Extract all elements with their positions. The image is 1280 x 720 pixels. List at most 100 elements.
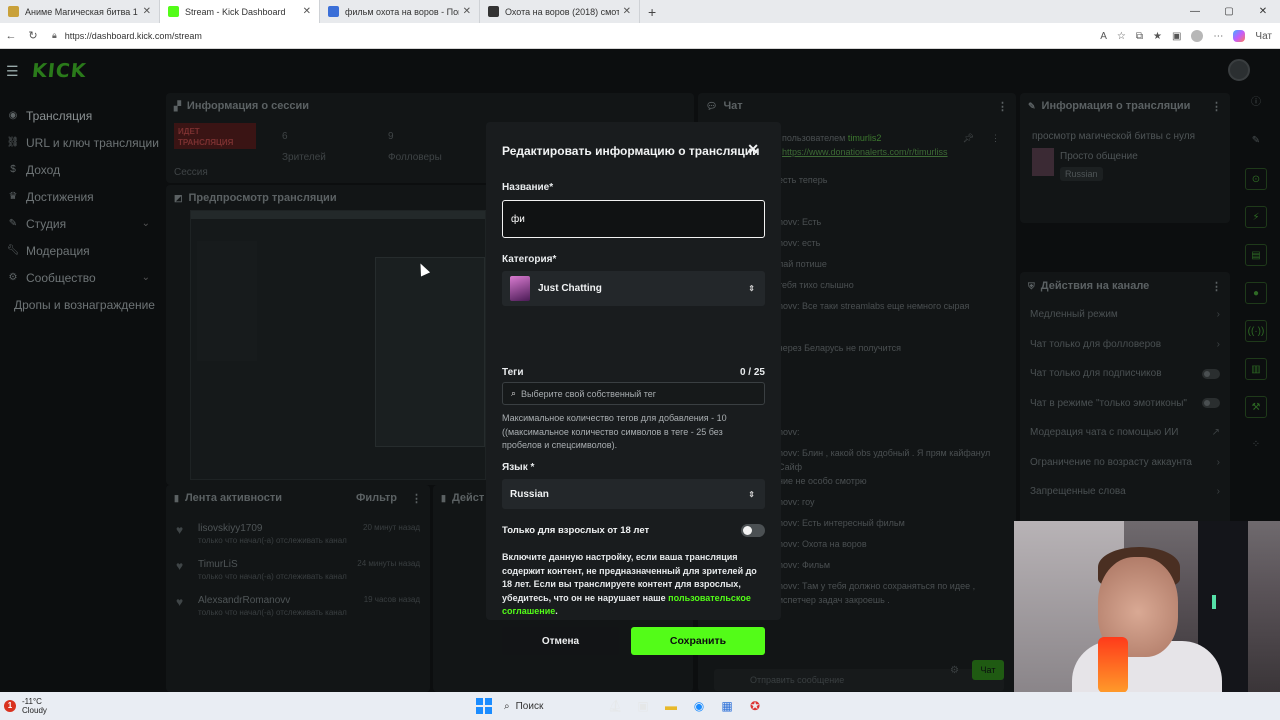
widgets-icon[interactable]: ⛵︎ xyxy=(604,696,626,716)
more-icon[interactable]: ⋯ xyxy=(1213,31,1223,42)
more-icon[interactable]: ⋮ xyxy=(991,133,1000,144)
subscribers-only-toggle[interactable] xyxy=(1202,368,1220,379)
app-icon[interactable]: ✪ xyxy=(744,696,766,716)
sidebar-item-community[interactable]: ⚙ Сообщество ⌄ xyxy=(0,264,160,291)
favorite-star-icon[interactable]: ☆ xyxy=(1117,31,1126,42)
cancel-button[interactable]: Отмена xyxy=(502,627,619,655)
action-slow-mode[interactable]: Медленный режим › xyxy=(1020,300,1230,330)
adult-only-toggle[interactable] xyxy=(741,524,765,537)
file-explorer-icon[interactable]: ▬ xyxy=(660,696,682,716)
pen-icon[interactable]: ✎ xyxy=(1245,130,1267,152)
read-aloud-icon[interactable]: A xyxy=(1100,31,1107,42)
alert-icon: 1 xyxy=(4,700,16,712)
browser-tab-3[interactable]: фильм охота на воров - Поиск ✕ xyxy=(320,0,480,23)
tab-close-icon[interactable]: ✕ xyxy=(623,6,631,17)
favorites-icon[interactable]: ★ xyxy=(1153,31,1162,42)
tags-count: 0 / 25 xyxy=(739,367,765,378)
activity-user[interactable]: AlexsandrRomanovv xyxy=(198,595,347,606)
sidebar-item-studio[interactable]: ✎ Студия ⌄ xyxy=(0,210,160,237)
pinned-user[interactable]: timurlis2 xyxy=(848,133,882,143)
back-icon[interactable]: ← xyxy=(0,30,22,42)
filter-button[interactable]: Фильтр xyxy=(356,492,397,504)
action-ai-moderation[interactable]: Модерация чата с помощью ИИ ↗ xyxy=(1020,418,1230,448)
settings-icon[interactable]: ⚙ xyxy=(950,665,959,676)
action-account-age[interactable]: Ограничение по возрасту аккаунта › xyxy=(1020,448,1230,478)
task-view-icon[interactable]: ▣ xyxy=(632,696,654,716)
stream-category: Просто общение xyxy=(1060,151,1138,162)
sidebar-item-income[interactable]: $ Доход xyxy=(0,156,160,183)
sidebar-item-broadcast[interactable]: ◉ Трансляция xyxy=(0,102,160,129)
copilot-label[interactable]: Чат xyxy=(1255,31,1272,42)
more-icon[interactable]: ⋮ xyxy=(1211,280,1222,293)
minimize-icon[interactable]: — xyxy=(1178,0,1212,23)
pinned-link[interactable]: https://www.donationalerts.com/r/timurli… xyxy=(782,147,948,157)
chat-icon: 💬︎ xyxy=(706,100,718,111)
url-field[interactable]: 🔒︎ https://dashboard.kick.com/stream xyxy=(52,30,202,41)
activity-time: 24 минуты назад xyxy=(357,559,420,568)
action-followers-only[interactable]: Чат только для фолловеров › xyxy=(1020,330,1230,360)
taskbar-search[interactable]: ⌕ Поиск xyxy=(498,696,598,716)
copilot-icon[interactable] xyxy=(1233,30,1246,42)
tags-input[interactable]: ⌕ Выберите свой собственный тег xyxy=(502,382,765,405)
chat-input[interactable]: Отправить сообщение xyxy=(714,669,1004,691)
more-icon[interactable]: ⋮ xyxy=(997,100,1008,113)
sidebar-item-url-key[interactable]: ⛓ URL и ключ трансляции xyxy=(0,129,160,156)
notes-icon[interactable]: ▤ xyxy=(1245,244,1267,266)
reload-icon[interactable]: ↻ xyxy=(22,29,44,42)
info-icon[interactable]: ⓘ xyxy=(1245,92,1267,114)
sidebar-item-drops[interactable]: Дропы и вознаграждение xyxy=(0,291,160,318)
broadcast-signal-icon[interactable]: ((·)) xyxy=(1245,320,1267,342)
activity-user[interactable]: TimurLiS xyxy=(198,559,347,570)
close-window-icon[interactable]: ✕ xyxy=(1246,0,1280,23)
category-select[interactable]: Just Chatting ⇕ xyxy=(502,271,765,306)
apps-icon[interactable]: ⁘ xyxy=(1245,434,1267,456)
new-tab-icon[interactable]: + xyxy=(648,4,656,20)
maximize-icon[interactable]: ▢ xyxy=(1212,0,1246,23)
tab-close-icon[interactable]: ✕ xyxy=(463,6,471,17)
weather-widget[interactable]: 1 -11°C Cloudy xyxy=(4,697,47,715)
profile-avatar[interactable] xyxy=(1191,30,1204,42)
session-label: Сессия xyxy=(174,167,208,178)
tab-close-icon[interactable]: ✕ xyxy=(143,6,151,17)
collections-icon[interactable]: ▣ xyxy=(1172,31,1181,42)
menu-icon[interactable]: ☰ xyxy=(6,63,28,80)
raid-icon[interactable]: ⊙ xyxy=(1245,168,1267,190)
queue-icon[interactable]: ▥ xyxy=(1245,358,1267,380)
category-value: Just Chatting xyxy=(538,283,602,294)
browser-tab-2[interactable]: Stream - Kick Dashboard ✕ xyxy=(160,0,320,23)
sidebar-item-achievements[interactable]: ♛ Достижения xyxy=(0,183,160,210)
search-label: Поиск xyxy=(515,700,544,712)
activity-user[interactable]: lisovskiyy1709 xyxy=(198,523,347,534)
more-icon[interactable]: ⋮ xyxy=(411,492,422,505)
store-icon[interactable]: ▦ xyxy=(716,696,738,716)
tab-favicon-icon xyxy=(8,6,19,17)
activity-item: ♥ lisovskiyy1709 только что начал(-а) от… xyxy=(166,517,430,553)
chat-bubble-icon[interactable]: ● xyxy=(1245,282,1267,304)
chat-send-button[interactable]: Чат xyxy=(972,660,1004,680)
browser-tabbar: Аниме Магическая битва 1 сезо ✕ Stream -… xyxy=(0,0,1280,23)
action-banned-words[interactable]: Запрещенные слова › xyxy=(1020,477,1230,507)
kick-favicon-icon xyxy=(168,6,179,17)
modal-title: Редактировать информацию о трансляции xyxy=(502,144,760,158)
browser-tab-4[interactable]: Охота на воров (2018) смотреть ✕ xyxy=(480,0,640,23)
bolt-icon[interactable]: ⚡︎ xyxy=(1245,206,1267,228)
save-button[interactable]: Сохранить xyxy=(631,627,765,655)
tab-close-icon[interactable]: ✕ xyxy=(303,6,311,17)
close-icon[interactable]: ✕ xyxy=(747,141,759,158)
more-icon[interactable]: ⋮ xyxy=(1211,100,1222,113)
sidebar-item-label: Сообщество xyxy=(26,270,96,285)
emote-only-toggle[interactable] xyxy=(1202,398,1220,409)
tools-icon[interactable]: ⚒ xyxy=(1245,396,1267,418)
pin-icon[interactable]: 📌︎ xyxy=(963,133,974,144)
user-avatar[interactable] xyxy=(1228,59,1250,81)
windows-start-icon[interactable] xyxy=(476,698,492,714)
language-select[interactable]: Russian ⇕ xyxy=(502,479,765,509)
edge-icon[interactable]: ◉ xyxy=(688,696,710,716)
title-input[interactable] xyxy=(502,200,765,238)
split-icon[interactable]: ⧉ xyxy=(1136,31,1143,42)
browser-tab-1[interactable]: Аниме Магическая битва 1 сезо ✕ xyxy=(0,0,160,23)
search-favicon-icon xyxy=(328,6,339,17)
kick-logo[interactable]: KICK xyxy=(31,60,88,82)
panel-header: ⛨ Действия на канале ⋮ xyxy=(1020,272,1230,300)
sidebar-item-moderation[interactable]: 🔧︎ Модерация xyxy=(0,237,160,264)
